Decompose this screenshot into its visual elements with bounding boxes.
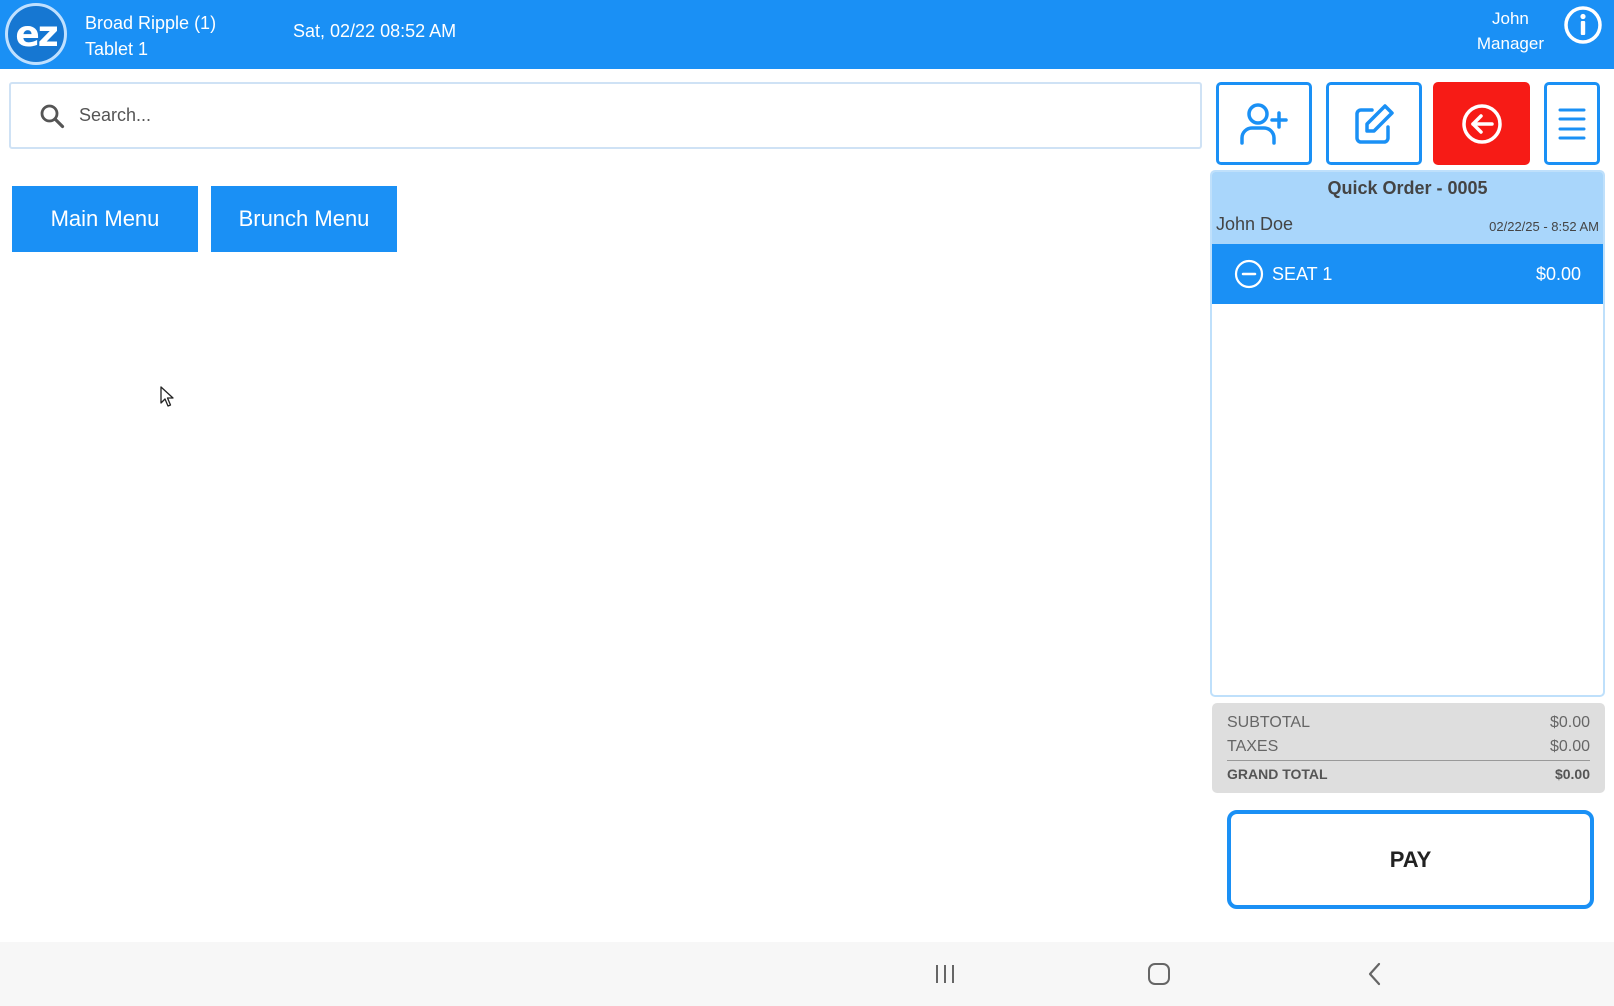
location-info: Broad Ripple (1) Tablet 1 [85,10,216,62]
current-datetime: Sat, 02/22 08:52 AM [293,21,457,41]
add-customer-button[interactable] [1216,82,1312,165]
search-bar[interactable] [9,82,1202,149]
seat-row[interactable]: SEAT 1 $0.00 [1212,244,1603,304]
seat-label: SEAT 1 [1272,263,1333,284]
edit-order-button[interactable] [1326,82,1422,165]
recent-apps-icon[interactable] [923,952,967,996]
back-button[interactable] [1433,82,1530,165]
seat-amount: $0.00 [1535,263,1581,284]
order-timestamp: 02/22/25 - 8:52 AM [1489,219,1599,234]
collapse-minus-icon[interactable] [1234,259,1264,289]
user-role: Manager [1476,34,1544,53]
order-title: Quick Order - 0005 [1327,178,1488,198]
main-menu-button[interactable]: Main Menu [12,186,198,252]
edit-icon [1355,103,1394,144]
menu-button[interactable] [1544,82,1600,165]
android-nav-bar [0,942,1614,1006]
customer-name[interactable]: John Doe [1216,214,1293,235]
grand-total-value: $0.00 [1554,766,1590,782]
search-icon [40,104,65,128]
ez-logo: ez [5,3,67,65]
grand-total-label: GRAND TOTAL [1227,766,1328,782]
taxes-row: TAXES $0.00 [1227,735,1590,759]
order-totals: SUBTOTAL $0.00 TAXES $0.00 GRAND TOTAL $… [1212,703,1605,793]
home-icon[interactable] [1137,952,1181,996]
subtotal-value: $0.00 [1549,714,1590,731]
subtotal-label: SUBTOTAL [1227,714,1310,731]
user-name: John [1492,9,1529,28]
taxes-label: TAXES [1227,738,1279,755]
order-header: Quick Order - 0005 John Doe 02/22/25 - 8… [1212,172,1603,244]
user-info[interactable]: John Manager [1477,6,1544,56]
top-bar: ez Broad Ripple (1) Tablet 1 Sat, 02/22 … [0,0,1614,69]
add-user-icon [1240,102,1288,145]
back-nav-icon[interactable] [1353,952,1397,996]
order-panel: Quick Order - 0005 John Doe 02/22/25 - 8… [1210,170,1605,697]
search-input[interactable] [79,105,1200,126]
hamburger-menu-icon [1558,108,1586,139]
subtotal-row: SUBTOTAL $0.00 [1227,711,1590,735]
info-icon[interactable] [1562,4,1604,46]
device-name: Tablet 1 [85,39,149,59]
taxes-value: $0.00 [1549,738,1590,755]
pay-button[interactable]: PAY [1227,810,1594,909]
mouse-cursor-icon [160,386,174,413]
back-arrow-icon [1461,103,1502,144]
brunch-menu-button[interactable]: Brunch Menu [211,186,397,252]
location-name: Broad Ripple (1) [85,13,217,33]
grand-total-row: GRAND TOTAL $0.00 [1227,760,1590,787]
